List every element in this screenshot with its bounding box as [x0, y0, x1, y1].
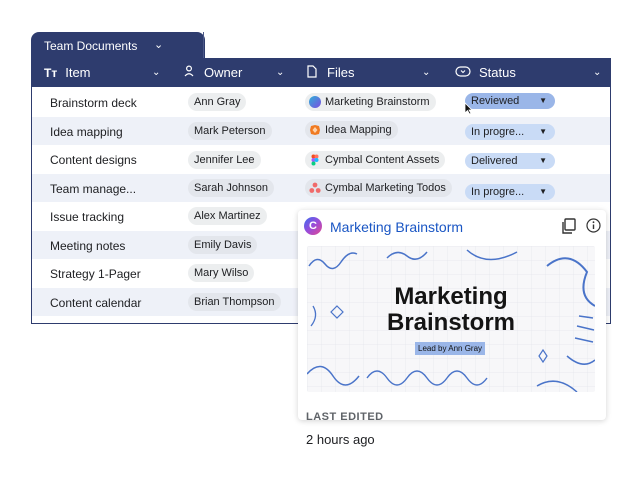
item-cell: Brainstorm deck [50, 96, 137, 110]
owner-chip[interactable]: Brian Thompson [188, 292, 281, 311]
item-cell: Content designs [50, 153, 137, 167]
item-cell: Team manage... [50, 181, 137, 196]
preview-heading-line: Brainstorm [386, 309, 516, 336]
file-name: Marketing Brainstorm [325, 96, 430, 108]
dropdown-arrow-icon: ▼ [539, 126, 547, 136]
chevron-down-icon[interactable]: ⌄ [276, 67, 284, 78]
tab-divider [203, 32, 204, 58]
file-chip[interactable]: Cymbal Marketing Todos [305, 178, 452, 197]
dropdown-arrow-icon: ▼ [539, 96, 547, 105]
tab-label: Team Documents [44, 39, 138, 53]
item-cell: Content calendar [50, 295, 142, 310]
owner-chip[interactable]: Mark Peterson [188, 121, 272, 140]
asana-icon [309, 182, 321, 194]
table-row[interactable]: Team manage... Sarah Johnson Cymbal Mark… [32, 173, 610, 202]
dropdown-arrow-icon: ▼ [539, 186, 547, 196]
file-icon [307, 64, 317, 81]
last-edited-label: LAST EDITED [306, 411, 384, 423]
file-chip[interactable]: Cymbal Content Assets [305, 151, 446, 169]
person-icon [184, 65, 194, 80]
column-header-owner[interactable]: Owner ⌄ [184, 58, 304, 87]
text-type-icon: Tᴛ [44, 65, 58, 80]
preview-heading-line: Marketing [394, 283, 508, 310]
owner-chip[interactable]: Mary Wilso [188, 264, 255, 282]
column-label: Status [479, 65, 516, 80]
chevron-down-icon[interactable]: ⌄ [593, 67, 601, 78]
status-label: Delivered [471, 155, 518, 167]
status-dropdown[interactable]: In progre... ▼ [465, 123, 555, 140]
toggle-status-icon [455, 65, 471, 80]
item-cell: Meeting notes [50, 238, 126, 253]
owner-chip[interactable]: Ann Gray [188, 93, 247, 111]
file-chip[interactable]: Idea Mapping [305, 120, 398, 139]
item-cell: Strategy 1-Pager [50, 267, 141, 281]
column-label: Owner [204, 65, 243, 80]
status-dropdown[interactable]: Delivered ▼ [465, 153, 555, 169]
dropdown-arrow-icon: ▼ [539, 156, 547, 165]
table-row[interactable]: Idea mapping Mark Peterson Idea Mapping … [32, 116, 610, 145]
chevron-down-icon[interactable]: ⌄ [152, 67, 160, 78]
owner-chip[interactable]: Alex Martinez [188, 207, 267, 225]
popup-title[interactable]: Marketing Brainstorm [330, 219, 463, 235]
canva-icon [309, 96, 321, 108]
preview-heading: Marketing Brainstorm [307, 284, 595, 336]
file-preview-card[interactable]: C Marketing Brainstorm Marketing Brainst… [298, 210, 606, 420]
info-icon[interactable] [586, 218, 601, 238]
status-label: In progre... [471, 185, 525, 198]
column-header-status[interactable]: Status ⌄ [455, 58, 605, 87]
owner-chip[interactable]: Emily Davis [188, 235, 258, 254]
status-label: Reviewed [471, 95, 520, 107]
figma-icon [309, 154, 321, 166]
chevron-down-icon[interactable]: ⌄ [422, 67, 430, 78]
file-preview-thumbnail[interactable]: Marketing Brainstorm Lead by Ann Gray [307, 246, 595, 392]
owner-chip[interactable]: Jennifer Lee [188, 151, 261, 169]
column-label: Item [65, 65, 91, 80]
status-dropdown[interactable]: In progre... ▼ [465, 183, 555, 200]
last-edited-value: 2 hours ago [306, 432, 375, 447]
file-name: Cymbal Marketing Todos [325, 181, 446, 194]
status-label: In progre... [471, 125, 525, 138]
table-header: Tᴛ Item ⌄ Owner ⌄ Files ⌄ Status ⌄ [31, 58, 611, 87]
file-chip[interactable]: Marketing Brainstorm [305, 93, 436, 111]
team-documents-tab[interactable]: Team Documents ⌄ [31, 32, 226, 58]
preview-lead-label: Lead by Ann Gray [415, 342, 486, 355]
column-label: Files [327, 65, 355, 80]
item-cell: Issue tracking [50, 210, 125, 224]
table-row[interactable]: Content designs Jennifer Lee Cymbal Cont… [32, 145, 610, 174]
file-name: Idea Mapping [325, 123, 392, 136]
table-icon[interactable] [214, 38, 226, 56]
status-dropdown[interactable]: Reviewed ▼ [465, 93, 555, 109]
miro-icon [309, 124, 321, 136]
column-header-item[interactable]: Tᴛ Item ⌄ [44, 58, 164, 87]
canva-icon: C [304, 217, 322, 235]
owner-chip[interactable]: Sarah Johnson [188, 178, 274, 197]
copy-icon[interactable] [561, 218, 576, 239]
table-row[interactable]: Brainstorm deck Ann Gray Marketing Brain… [32, 88, 610, 117]
file-name: Cymbal Content Assets [325, 154, 440, 166]
column-header-files[interactable]: Files ⌄ [307, 58, 437, 87]
mouse-cursor-icon [464, 102, 473, 115]
item-cell: Idea mapping [50, 124, 123, 139]
chevron-down-icon[interactable]: ⌄ [154, 38, 163, 51]
